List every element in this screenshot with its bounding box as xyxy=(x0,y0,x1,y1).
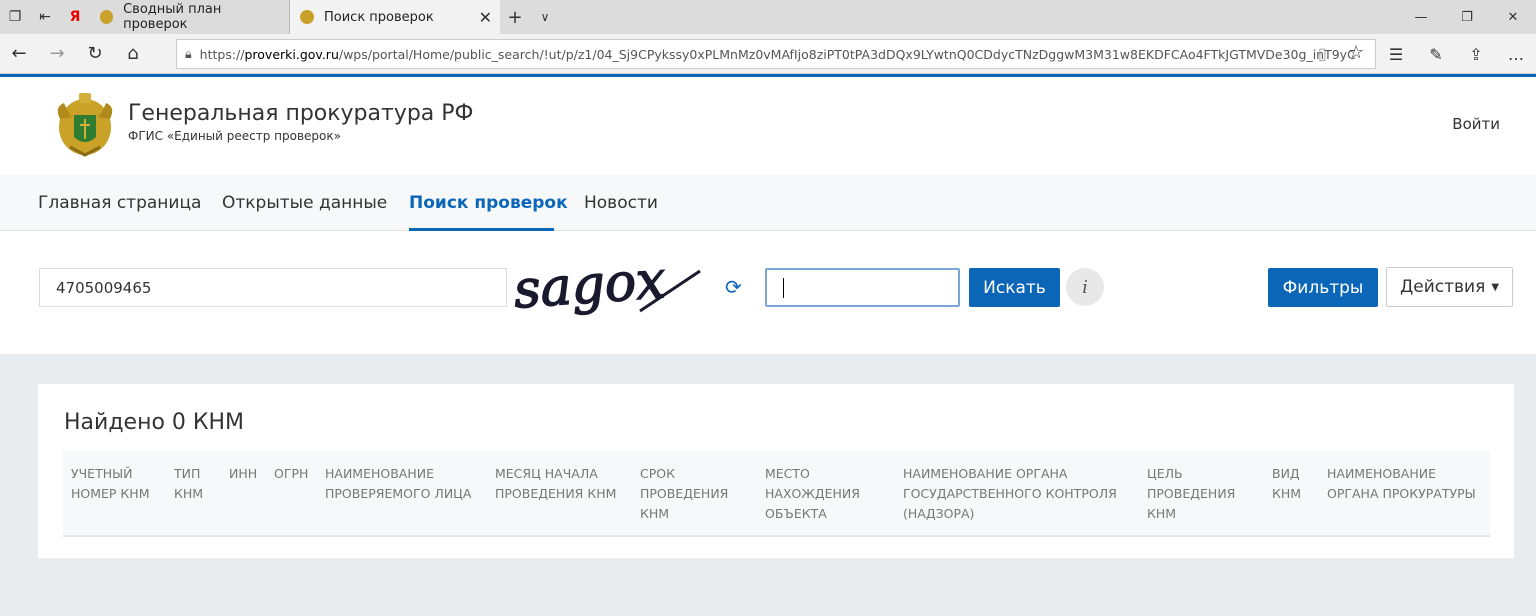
tab-manager-icon[interactable]: ❐ xyxy=(0,0,30,34)
refresh-captcha-icon[interactable]: ⟳ xyxy=(725,275,742,299)
pen-icon[interactable]: ✎ xyxy=(1416,34,1456,74)
search-input[interactable]: 4705009465 xyxy=(39,268,507,307)
browser-tab-search[interactable]: Поиск проверок ✕ xyxy=(290,0,500,34)
column-header[interactable]: МЕСЯЦ НАЧАЛА ПРОВЕДЕНИЯ КНМ xyxy=(495,464,616,504)
actions-dropdown[interactable]: Действия ▼ xyxy=(1386,267,1513,307)
column-header[interactable]: МЕСТО НАХОЖДЕНИЯ ОБЪЕКТА xyxy=(765,464,860,524)
forward-icon[interactable]: → xyxy=(38,43,76,64)
more-icon[interactable]: … xyxy=(1496,34,1536,74)
home-icon[interactable]: ⌂ xyxy=(114,43,152,64)
column-header[interactable]: ОГРН xyxy=(274,464,308,484)
emblem-favicon-icon xyxy=(100,10,114,24)
caret-down-icon: ▼ xyxy=(1491,281,1500,293)
captcha-image: sagox xyxy=(511,253,701,321)
site-title[interactable]: Генеральная прокуратура РФ xyxy=(128,101,473,126)
favorite-star-icon[interactable]: ☆ xyxy=(1348,42,1364,63)
restore-icon[interactable]: ❐ xyxy=(1444,0,1490,34)
url-domain: proverki.gov.ru xyxy=(244,46,339,62)
emblem-favicon-icon xyxy=(300,10,314,24)
tab-label: Поиск проверок xyxy=(324,9,434,25)
toolbar-right: ☰ ✎ ⇪ … xyxy=(1376,34,1536,74)
login-link[interactable]: Войти xyxy=(1452,115,1500,133)
results-panel: Найдено 0 КНМ УЧЕТНЫЙ НОМЕР КНМ ТИП КНМ … xyxy=(38,384,1514,558)
column-header[interactable]: НАИМЕНОВАНИЕ ОРГАНА ПРОКУРАТУРЫ xyxy=(1327,464,1476,504)
column-header[interactable]: УЧЕТНЫЙ НОМЕР КНМ xyxy=(71,464,150,504)
lock-icon: 🔒︎ xyxy=(185,46,192,61)
text-caret xyxy=(783,278,784,298)
window-controls: — ❐ ✕ xyxy=(1398,0,1536,34)
close-window-icon[interactable]: ✕ xyxy=(1490,0,1536,34)
results-table-header: УЧЕТНЫЙ НОМЕР КНМ ТИП КНМ ИНН ОГРН НАИМЕ… xyxy=(63,451,1490,537)
browser-tab-bar: ❐ ⇤ Я Сводный план проверок Поиск провер… xyxy=(0,0,1536,34)
main-nav: Главная страница Открытые данные Поиск п… xyxy=(0,175,1536,231)
new-tab-icon[interactable]: + xyxy=(500,7,530,28)
url-scheme: https:// xyxy=(199,46,245,62)
column-header[interactable]: НАИМЕНОВАНИЕ ОРГАНА ГОСУДАРСТВЕННОГО КОН… xyxy=(903,464,1117,524)
nav-item-news[interactable]: Новости xyxy=(584,193,658,213)
info-icon[interactable]: i xyxy=(1066,268,1104,306)
browser-tab-plan[interactable]: Сводный план проверок xyxy=(90,0,290,34)
filters-button[interactable]: Фильтры xyxy=(1268,268,1378,307)
search-button[interactable]: Искать xyxy=(969,268,1060,307)
reading-view-icon[interactable]: ▯ xyxy=(1318,44,1327,63)
nav-item-search[interactable]: Поиск проверок xyxy=(409,193,568,213)
favorites-list-icon[interactable]: ☰ xyxy=(1376,34,1416,74)
site-header: Генеральная прокуратура РФ ФГИС «Единый … xyxy=(0,77,1536,175)
captcha-input[interactable] xyxy=(765,268,960,307)
column-header[interactable]: СРОК ПРОВЕДЕНИЯ КНМ xyxy=(640,464,728,524)
yandex-icon[interactable]: Я xyxy=(60,0,90,34)
set-aside-tabs-icon[interactable]: ⇤ xyxy=(30,0,60,34)
tab-label: Сводный план проверок xyxy=(123,2,222,32)
minimize-icon[interactable]: — xyxy=(1398,0,1444,34)
refresh-page-icon[interactable]: ↻ xyxy=(76,43,114,64)
chevron-down-icon[interactable]: ∨ xyxy=(530,10,560,24)
results-count-title: Найдено 0 КНМ xyxy=(64,410,245,435)
nav-item-home[interactable]: Главная страница xyxy=(38,193,201,213)
back-icon[interactable]: ← xyxy=(0,43,38,64)
nav-item-open-data[interactable]: Открытые данные xyxy=(222,193,387,213)
emblem-logo-icon xyxy=(57,93,113,157)
actions-label: Действия xyxy=(1399,277,1486,297)
column-header[interactable]: ВИД КНМ xyxy=(1272,464,1301,504)
search-panel: 4705009465 sagox ⟳ Искать i Фильтры Дейс… xyxy=(0,231,1536,354)
address-toolbar: ← → ↻ ⌂ 🔒︎ https://proverki.gov.ru/wps/p… xyxy=(0,34,1536,74)
column-header[interactable]: НАИМЕНОВАНИЕ ПРОВЕРЯЕМОГО ЛИЦА xyxy=(325,464,471,504)
site-subtitle: ФГИС «Единый реестр проверок» xyxy=(128,129,341,143)
url-path: /wps/portal/Home/public_search/!ut/p/z1/… xyxy=(338,46,1356,62)
column-header[interactable]: ЦЕЛЬ ПРОВЕДЕНИЯ КНМ xyxy=(1147,464,1235,524)
column-header[interactable]: ИНН xyxy=(229,464,257,484)
close-tab-icon[interactable]: ✕ xyxy=(479,8,492,27)
share-icon[interactable]: ⇪ xyxy=(1456,34,1496,74)
url-input[interactable]: 🔒︎ https://proverki.gov.ru/wps/portal/Ho… xyxy=(176,39,1376,69)
column-header[interactable]: ТИП КНМ xyxy=(174,464,203,504)
captcha-text: sagox xyxy=(512,253,667,321)
